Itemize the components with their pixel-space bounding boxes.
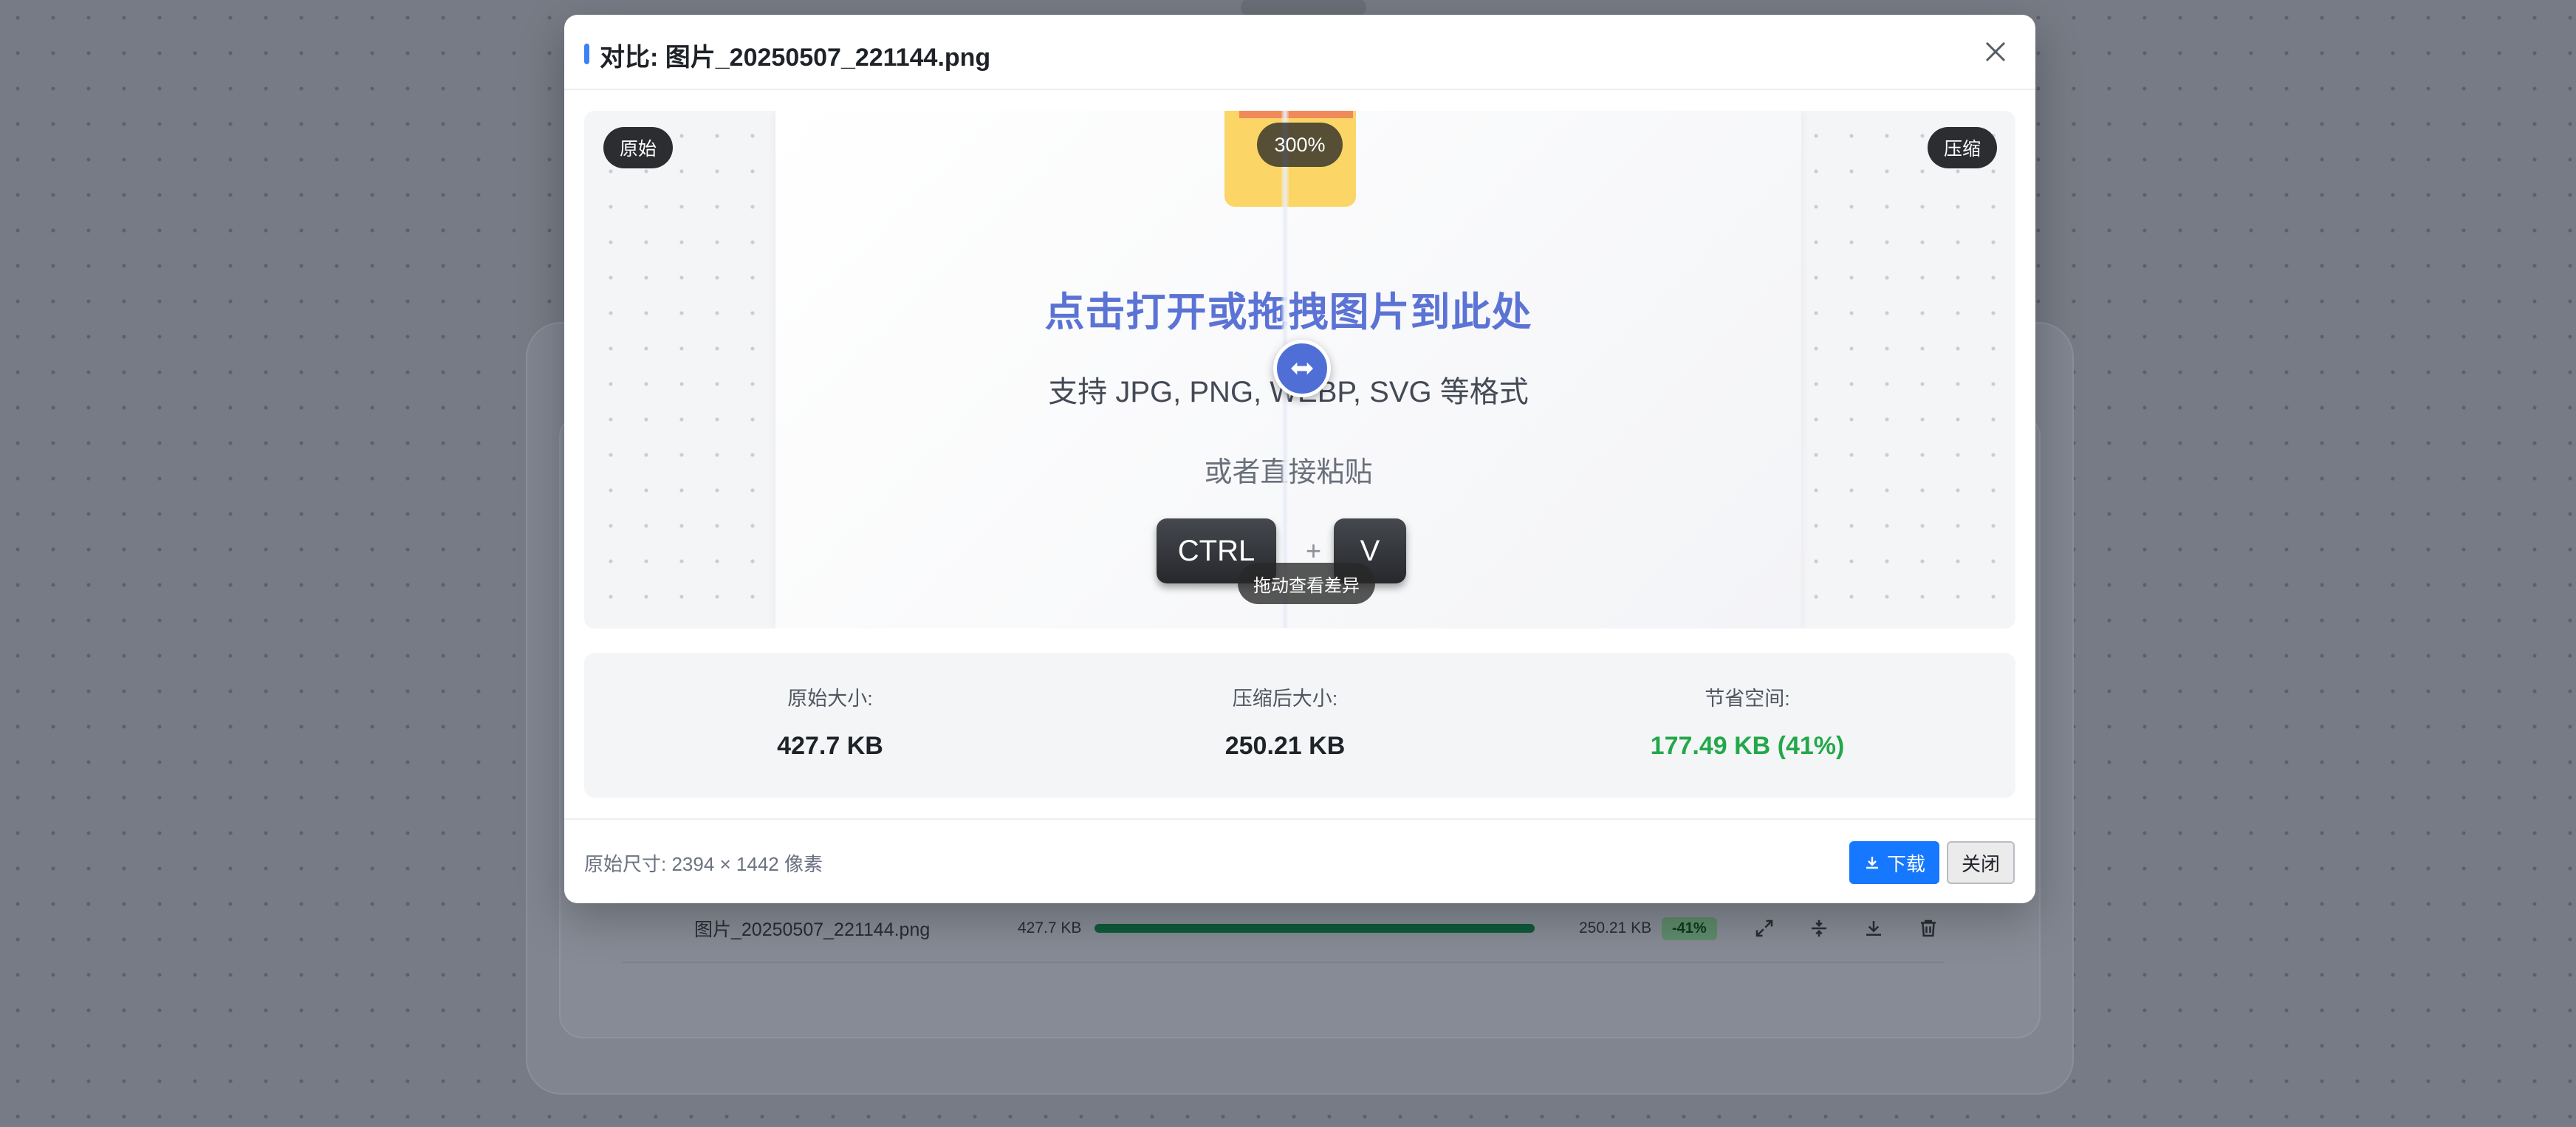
- stats-panel: 原始大小: 427.7 KB 压缩后大小: 250.21 KB 节省空间: 17…: [584, 653, 2015, 798]
- image-dimensions: 原始尺寸: 2394 × 1442 像素: [584, 853, 823, 875]
- download-icon[interactable]: [1861, 916, 1886, 941]
- trash-icon[interactable]: [1916, 916, 1941, 941]
- stat-saved-label: 节省空间:: [1705, 688, 1790, 710]
- download-icon: [1866, 857, 1878, 869]
- download-button-label: 下载: [1886, 852, 1925, 875]
- stat-saved-value: 177.49 KB (41%): [1650, 732, 1845, 760]
- key-plus: +: [1306, 535, 1322, 566]
- file-compressed-size: 250.21 KB: [1579, 919, 1652, 936]
- preview-support-text: 支持 JPG, PNG, WEBP, SVG 等格式: [1048, 376, 1529, 408]
- modal-title: 对比: 图片_20250507_221144.png: [600, 44, 991, 72]
- compare-viewport[interactable]: 点击打开或拖拽图片到此处 支持 JPG, PNG, WEBP, SVG 等格式 …: [584, 111, 2015, 628]
- key-ctrl: CTRL: [1157, 518, 1276, 583]
- compare-icon[interactable]: [1806, 916, 1832, 941]
- key-v: V: [1334, 518, 1406, 583]
- close-icon[interactable]: [1978, 34, 2013, 69]
- close-button[interactable]: 关闭: [1947, 841, 2015, 884]
- compression-progress-bar: [1095, 924, 1535, 933]
- modal-header: 对比: 图片_20250507_221144.png: [564, 15, 2035, 90]
- folder-tab: [1239, 111, 1353, 118]
- preview-headline: 点击打开或拖拽图片到此处: [1044, 290, 1532, 335]
- stat-saved: 节省空间: 177.49 KB (41%): [1600, 653, 1895, 761]
- title-accent-bar: [584, 44, 589, 64]
- preview-image: 点击打开或拖拽图片到此处 支持 JPG, PNG, WEBP, SVG 等格式 …: [775, 111, 1801, 628]
- stat-original-value: 427.7 KB: [777, 732, 883, 760]
- savings-badge: -41%: [1662, 917, 1717, 940]
- preview-paste-text: 或者直接粘贴: [1204, 457, 1373, 488]
- file-name: 图片_20250507_221144.png: [694, 919, 931, 940]
- stat-compressed-value: 250.21 KB: [1224, 732, 1346, 760]
- stat-compressed-label: 压缩后大小:: [1232, 688, 1338, 710]
- stat-original-label: 原始大小:: [787, 688, 873, 710]
- file-row: 图片_20250507_221144.png 427.7 KB 250.21 K…: [622, 902, 1944, 954]
- modal-footer: 原始尺寸: 2394 × 1442 像素 下载 关闭: [564, 818, 2035, 903]
- compare-modal: 对比: 图片_20250507_221144.png 点击打开或拖拽图片到此处 …: [564, 15, 2035, 903]
- file-original-size: 427.7 KB: [1018, 919, 1082, 936]
- stat-compressed: 压缩后大小: 250.21 KB: [1137, 653, 1433, 761]
- divider: [622, 962, 1944, 963]
- download-button[interactable]: 下载: [1849, 841, 1939, 884]
- stat-original: 原始大小: 427.7 KB: [682, 653, 978, 761]
- expand-icon[interactable]: [1752, 916, 1777, 941]
- folder-icon: [1224, 111, 1356, 207]
